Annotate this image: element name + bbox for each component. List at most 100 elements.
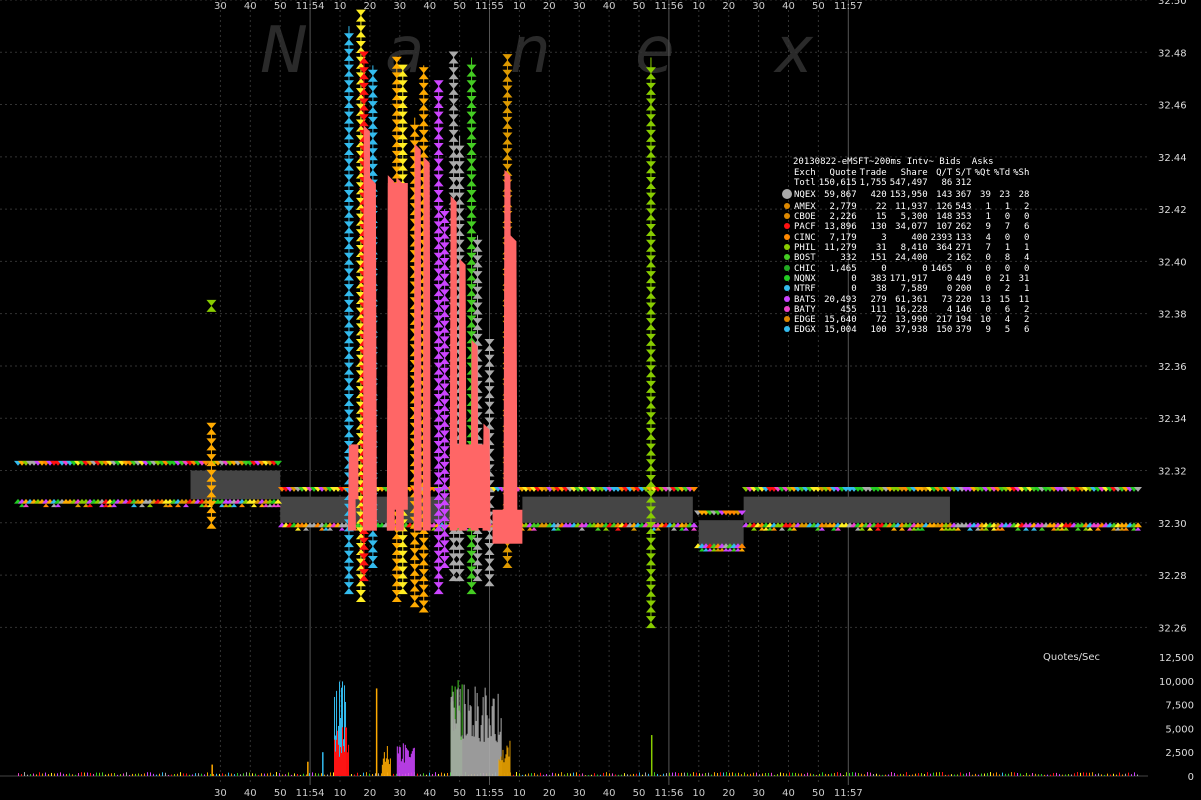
stats-cell-quote: 7,179: [829, 232, 857, 243]
quote-rate-bar: [741, 774, 742, 776]
ladder-marker: [645, 192, 656, 199]
quote-rate-bar: [498, 759, 500, 776]
quote-rate-bar: [663, 773, 664, 776]
ladder-marker: [645, 474, 656, 481]
stats-cell-share: 0: [922, 263, 928, 274]
quote-rate-bar: [120, 774, 121, 776]
quote-rate-bar: [334, 739, 336, 776]
bid-marker: [791, 527, 797, 531]
quote-rate-bar: [756, 772, 757, 776]
quote-rate-bar: [1074, 773, 1075, 776]
nbbo-band: [698, 520, 744, 547]
quote-rate-bar: [407, 750, 409, 776]
ladder-marker: [448, 129, 459, 136]
quote-rate-bar: [409, 757, 411, 776]
quote-rate-bar: [1032, 772, 1033, 776]
quote-rate-bar: [1086, 772, 1087, 776]
stats-cell-share: 16,228: [895, 304, 928, 315]
stats-cell-trade: 383: [870, 273, 887, 284]
stats-cell-psh: 2: [1023, 304, 1030, 315]
quote-rate-bar: [981, 773, 982, 776]
stats-cell-qt: 148: [936, 212, 953, 223]
quote-rate-bar: [894, 772, 895, 776]
ladder-marker: [466, 148, 477, 155]
ladder-marker: [206, 522, 217, 529]
x-tick-label: 20: [722, 1, 735, 12]
quote-rate-bar: [558, 773, 559, 776]
price-tick-label: 32.48: [1158, 48, 1187, 59]
quote-rate-bar: [382, 758, 384, 776]
stats-cell-quote: 11,279: [824, 243, 857, 254]
bid-marker: [139, 503, 145, 508]
ladder-marker: [472, 271, 483, 278]
nbbo-band: [522, 496, 693, 523]
x-tick-label: 40: [603, 788, 616, 799]
quote-rate-bar: [459, 688, 461, 776]
quote-rate-bar: [108, 773, 109, 776]
x-tick-label: 40: [782, 788, 795, 799]
stats-cell-trade: 151: [870, 253, 887, 264]
x-tick-label: 50: [633, 1, 646, 12]
quote-rate-bar: [496, 742, 498, 776]
bid-marker: [631, 527, 637, 531]
price-tick-label: 32.32: [1158, 467, 1187, 478]
quote-rate-bar: [39, 772, 40, 776]
quote-rate-bar: [1059, 774, 1060, 776]
quote-rate-bar: [1095, 774, 1096, 776]
stats-cell-pqt: 39: [980, 190, 991, 201]
ladder-marker: [409, 554, 420, 561]
ladder-marker: [502, 122, 513, 129]
quote-rate-bar: [861, 773, 862, 776]
quote-rate-bar: [321, 773, 322, 776]
x-tick-label: 40: [603, 1, 616, 12]
quote-rate-bar: [105, 774, 106, 776]
quote-rate-bar: [699, 773, 700, 776]
stats-cell-quote: 0: [851, 273, 857, 284]
quote-rate-bar: [564, 774, 565, 776]
ladder-marker: [343, 368, 354, 375]
x-tick-label: 20: [543, 1, 556, 12]
quote-rate-bar: [1035, 773, 1036, 776]
stats-cell-pqt: 0: [985, 304, 991, 315]
quote-rate-bar: [591, 774, 592, 776]
x-tick-label: 11:55: [475, 788, 504, 799]
ladder-marker: [466, 127, 477, 134]
quote-rate-bar: [546, 774, 547, 776]
quote-rate-bar: [570, 773, 571, 776]
stats-cell-st: 353: [955, 212, 972, 223]
stats-cell-name: CBOE: [794, 212, 816, 223]
x-tick-label: 30: [752, 788, 765, 799]
stats-cell-st: 146: [955, 304, 972, 315]
quote-rate-bar: [1029, 774, 1030, 776]
quote-rate-bar: [369, 773, 370, 776]
quote-rate-bar: [42, 773, 43, 776]
quote-rate-bar: [234, 774, 235, 776]
ladder-marker: [439, 232, 450, 239]
ladder-marker: [472, 255, 483, 262]
x-tick-label: 50: [453, 788, 466, 799]
stats-cell-qt: 2: [946, 253, 953, 264]
stats-cell-ptd: 2: [1004, 284, 1011, 295]
ladder-marker: [484, 407, 495, 414]
quotes-per-second-panel: [0, 680, 1148, 777]
ladder-marker: [645, 271, 656, 278]
stats-cell-qt: 0: [946, 284, 953, 295]
quote-rate-bar: [822, 772, 823, 776]
quote-rate-bar: [282, 774, 283, 776]
ladder-marker: [645, 553, 656, 560]
ladder-marker: [409, 124, 420, 131]
ladder-marker: [472, 569, 483, 576]
quote-rate-bar: [246, 772, 247, 776]
quote-rate-bar: [51, 772, 52, 776]
ladder-marker: [367, 85, 378, 92]
ladder-marker: [645, 261, 656, 268]
ladder-marker: [433, 133, 444, 140]
x-tick-label: 30: [214, 1, 227, 12]
stats-cell-pqt: [972, 178, 991, 188]
quote-rate-bar: [549, 774, 550, 776]
x-tick-label: 40: [244, 1, 257, 12]
exchange-color-dot: [783, 274, 790, 281]
quote-rate-bar: [639, 772, 640, 776]
quote-rate-bar: [186, 773, 187, 776]
x-tick-label: 50: [274, 788, 287, 799]
